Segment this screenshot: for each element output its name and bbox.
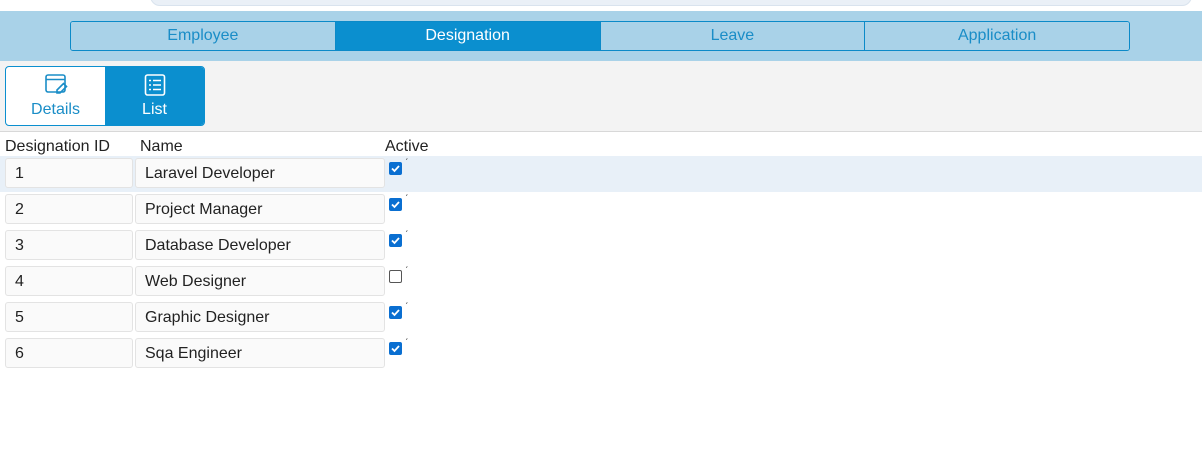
table-row[interactable]: 2 Project Manager ˊ	[0, 192, 1202, 228]
cell-marker: ˊ	[405, 230, 409, 241]
name-cell[interactable]: Project Manager	[135, 194, 385, 224]
active-checkbox[interactable]	[389, 270, 402, 283]
cell-marker: ˊ	[405, 158, 409, 169]
column-header-name[interactable]: Name	[140, 138, 183, 156]
view-switch: Details List	[5, 66, 205, 126]
details-view-label: Details	[31, 101, 80, 118]
tab-group: Employee Designation Leave Application	[70, 21, 1130, 51]
grid-body: 1 Laravel Developer ˊ 2 Project Manager …	[0, 156, 1202, 372]
list-icon	[144, 74, 165, 96]
active-checkbox[interactable]	[389, 234, 402, 247]
name-cell[interactable]: Graphic Designer	[135, 302, 385, 332]
active-checkbox[interactable]	[389, 342, 402, 355]
grid-header: Designation ID Name Active	[0, 138, 1202, 156]
cell-marker: ˊ	[405, 338, 409, 349]
designation-id-cell[interactable]: 4	[5, 266, 133, 296]
top-strip	[0, 0, 1202, 11]
column-header-designation-id[interactable]: Designation ID	[5, 138, 110, 156]
tab-designation[interactable]: Designation	[335, 22, 601, 50]
name-cell[interactable]: Laravel Developer	[135, 158, 385, 188]
list-view-label: List	[142, 101, 167, 118]
active-checkbox[interactable]	[389, 198, 402, 211]
tab-employee[interactable]: Employee	[71, 22, 336, 50]
active-checkbox[interactable]	[389, 306, 402, 319]
cell-marker: ˊ	[405, 266, 409, 277]
tab-application[interactable]: Application	[865, 22, 1129, 50]
tab-bar: Employee Designation Leave Application	[0, 11, 1202, 61]
designation-id-cell[interactable]: 2	[5, 194, 133, 224]
top-search-pill[interactable]	[150, 0, 1192, 6]
name-cell[interactable]: Sqa Engineer	[135, 338, 385, 368]
name-cell[interactable]: Database Developer	[135, 230, 385, 260]
tab-leave[interactable]: Leave	[600, 22, 866, 50]
table-row[interactable]: 6 Sqa Engineer ˊ	[0, 336, 1202, 372]
column-header-active[interactable]: Active	[385, 138, 429, 156]
toolbar: Details List	[0, 61, 1202, 132]
edit-window-icon	[44, 74, 68, 94]
table-row[interactable]: 1 Laravel Developer ˊ	[0, 156, 1202, 192]
table-row[interactable]: 5 Graphic Designer ˊ	[0, 300, 1202, 336]
list-view-button[interactable]: List	[105, 67, 204, 125]
cell-marker: ˊ	[405, 194, 409, 205]
designation-id-cell[interactable]: 5	[5, 302, 133, 332]
name-cell[interactable]: Web Designer	[135, 266, 385, 296]
active-checkbox[interactable]	[389, 162, 402, 175]
table-row[interactable]: 3 Database Developer ˊ	[0, 228, 1202, 264]
cell-marker: ˊ	[405, 302, 409, 313]
designation-id-cell[interactable]: 1	[5, 158, 133, 188]
table-row[interactable]: 4 Web Designer ˊ	[0, 264, 1202, 300]
designation-id-cell[interactable]: 6	[5, 338, 133, 368]
designation-id-cell[interactable]: 3	[5, 230, 133, 260]
details-view-button[interactable]: Details	[6, 67, 105, 125]
